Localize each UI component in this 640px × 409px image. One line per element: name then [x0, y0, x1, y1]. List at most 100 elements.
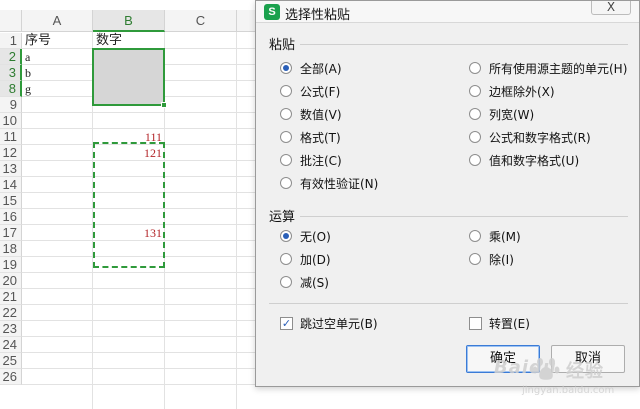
radio-button[interactable] — [469, 230, 481, 242]
cell-a[interactable] — [22, 337, 93, 353]
column-header-c[interactable]: C — [165, 10, 237, 32]
cell-a[interactable] — [22, 161, 93, 177]
radio-button[interactable] — [469, 62, 481, 74]
radio-option[interactable]: 批注(C) — [280, 151, 342, 169]
row-header[interactable]: 16 — [0, 209, 22, 225]
row-header[interactable]: 11 — [0, 129, 22, 145]
cell-a[interactable] — [22, 353, 93, 369]
radio-button[interactable] — [469, 85, 481, 97]
row-header[interactable]: 9 — [0, 97, 22, 113]
cell-b[interactable] — [93, 321, 165, 337]
row-header[interactable]: 24 — [0, 337, 22, 353]
cell-a[interactable] — [22, 369, 93, 385]
radio-button[interactable] — [280, 276, 292, 288]
fill-handle[interactable] — [161, 102, 167, 108]
row-header[interactable]: 17 — [0, 225, 22, 241]
row-header[interactable]: 20 — [0, 273, 22, 289]
radio-option[interactable]: 公式(F) — [280, 82, 340, 100]
cell-a[interactable] — [22, 225, 93, 241]
radio-option[interactable]: 减(S) — [280, 273, 329, 291]
radio-option[interactable]: 公式和数字格式(R) — [469, 128, 591, 146]
cell-a[interactable]: b — [22, 65, 93, 81]
cell-b[interactable] — [93, 273, 165, 289]
radio-button[interactable] — [280, 62, 292, 74]
row-header[interactable]: 10 — [0, 113, 22, 129]
radio-option[interactable]: 值和数字格式(U) — [469, 151, 579, 169]
checkbox-box[interactable] — [469, 316, 482, 330]
cell-b[interactable] — [93, 353, 165, 369]
row-header[interactable]: 22 — [0, 305, 22, 321]
cell-a[interactable] — [22, 209, 93, 225]
close-button[interactable]: X — [591, 1, 631, 15]
row-header[interactable]: 26 — [0, 369, 22, 385]
radio-option[interactable]: 全部(A) — [280, 59, 342, 77]
skip-blanks-label: 跳过空单元(B) — [300, 316, 378, 331]
row-header[interactable]: 21 — [0, 289, 22, 305]
cell-a[interactable]: 序号 — [22, 33, 93, 49]
radio-option[interactable]: 所有使用源主题的单元(H) — [469, 59, 627, 77]
radio-option[interactable]: 数值(V) — [280, 105, 342, 123]
row-header[interactable]: 25 — [0, 353, 22, 369]
radio-button[interactable] — [280, 108, 292, 120]
select-all-corner[interactable] — [0, 10, 22, 32]
radio-option[interactable]: 有效性验证(N) — [280, 174, 378, 192]
cell-a[interactable] — [22, 305, 93, 321]
radio-button[interactable] — [469, 154, 481, 166]
cell-a[interactable] — [22, 97, 93, 113]
radio-button[interactable] — [280, 177, 292, 189]
cell-b[interactable] — [93, 369, 165, 385]
cell-a[interactable] — [22, 257, 93, 273]
radio-button[interactable] — [280, 85, 292, 97]
radio-button[interactable] — [280, 253, 292, 265]
radio-button[interactable] — [280, 154, 292, 166]
selection-border[interactable] — [92, 48, 165, 106]
radio-option[interactable]: 乘(M) — [469, 227, 521, 245]
cell-a[interactable] — [22, 193, 93, 209]
radio-option[interactable]: 无(O) — [280, 227, 331, 245]
row-header[interactable]: 15 — [0, 193, 22, 209]
skip-blanks-checkbox[interactable]: ✓ 跳过空单元(B) — [280, 314, 378, 332]
cell-a[interactable]: g — [22, 81, 93, 97]
cell-a[interactable] — [22, 113, 93, 129]
row-header[interactable]: 8 — [0, 81, 22, 97]
row-header[interactable]: 3 — [0, 65, 22, 81]
radio-option[interactable]: 格式(T) — [280, 128, 341, 146]
radio-button[interactable] — [469, 108, 481, 120]
radio-button[interactable] — [469, 131, 481, 143]
copy-marquee — [93, 142, 165, 268]
cell-a[interactable]: a — [22, 49, 93, 65]
cell-a[interactable] — [22, 321, 93, 337]
checkbox-box[interactable]: ✓ — [280, 316, 293, 330]
cell-a[interactable] — [22, 145, 93, 161]
cell-b[interactable] — [93, 305, 165, 321]
row-header[interactable]: 1 — [0, 33, 22, 49]
cell-a[interactable] — [22, 129, 93, 145]
transpose-checkbox[interactable]: 转置(E) — [469, 314, 530, 332]
cell-b[interactable] — [93, 337, 165, 353]
cell-a[interactable] — [22, 273, 93, 289]
cell-b[interactable] — [93, 113, 165, 129]
cell-a[interactable] — [22, 289, 93, 305]
radio-option[interactable]: 列宽(W) — [469, 105, 534, 123]
cell-a[interactable] — [22, 241, 93, 257]
row-header[interactable]: 14 — [0, 177, 22, 193]
radio-button[interactable] — [469, 253, 481, 265]
radio-button[interactable] — [280, 230, 292, 242]
column-header-b[interactable]: B — [93, 10, 165, 32]
radio-option[interactable]: 除(I) — [469, 250, 514, 268]
dialog-titlebar[interactable]: S 选择性粘贴 X — [256, 1, 639, 23]
row-header[interactable]: 23 — [0, 321, 22, 337]
radio-label: 除(I) — [489, 252, 514, 267]
cell-b[interactable]: 数字 — [93, 33, 165, 49]
radio-option[interactable]: 加(D) — [280, 250, 331, 268]
row-header[interactable]: 18 — [0, 241, 22, 257]
row-header[interactable]: 12 — [0, 145, 22, 161]
row-header[interactable]: 2 — [0, 49, 22, 65]
row-header[interactable]: 13 — [0, 161, 22, 177]
column-header-a[interactable]: A — [22, 10, 93, 32]
row-header[interactable]: 19 — [0, 257, 22, 273]
cell-a[interactable] — [22, 177, 93, 193]
radio-button[interactable] — [280, 131, 292, 143]
cell-b[interactable] — [93, 289, 165, 305]
radio-option[interactable]: 边框除外(X) — [469, 82, 555, 100]
